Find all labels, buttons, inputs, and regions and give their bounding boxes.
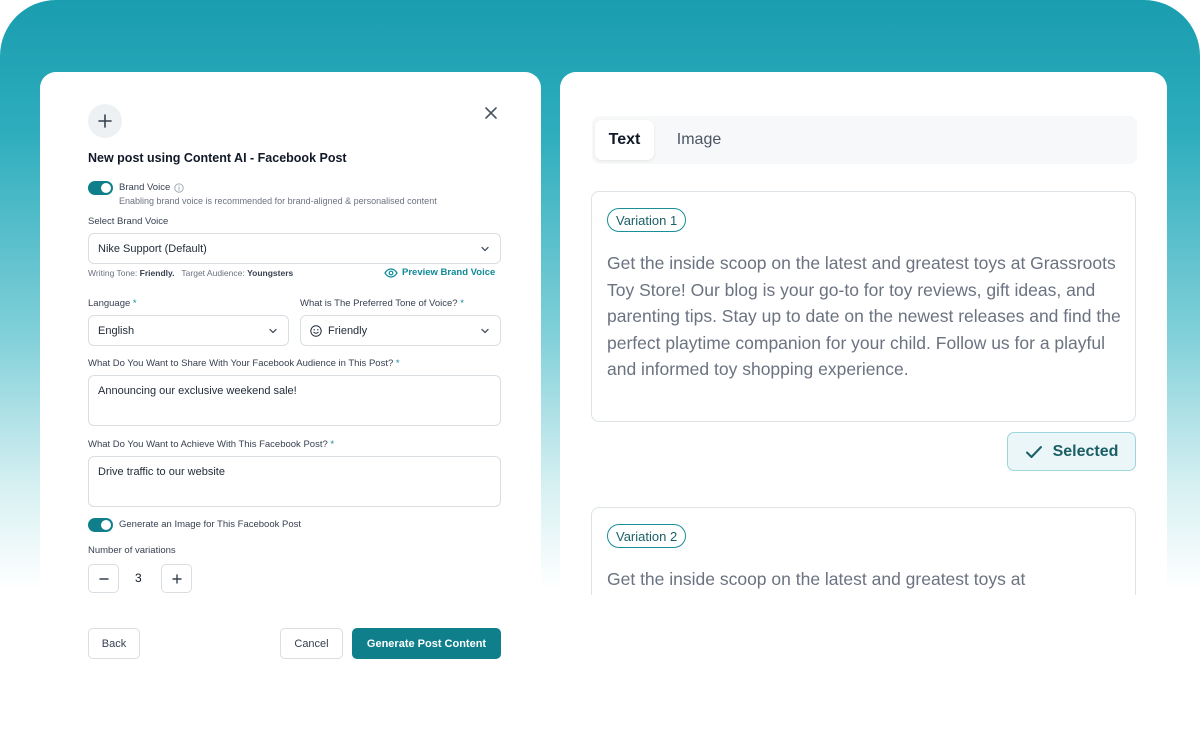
- share-textarea[interactable]: Announcing our exclusive weekend sale!: [88, 375, 501, 426]
- writing-tone-label: Writing Tone:: [88, 268, 138, 278]
- selected-button[interactable]: Selected: [1007, 432, 1136, 471]
- generate-post-content-button[interactable]: Generate Post Content: [352, 628, 501, 659]
- plus-icon: [98, 114, 112, 128]
- increment-button[interactable]: [161, 564, 192, 593]
- variations-label: Number of variations: [88, 545, 176, 556]
- variation-text: Get the inside scoop on the latest and g…: [607, 569, 1026, 589]
- add-button[interactable]: [88, 104, 122, 138]
- tone-select[interactable]: Friendly: [300, 315, 501, 346]
- variation-card-1[interactable]: Variation 1 Get the inside scoop on the …: [591, 191, 1136, 422]
- tab-text[interactable]: Text: [595, 120, 654, 160]
- cancel-button[interactable]: Cancel: [280, 628, 343, 659]
- brand-voice-select[interactable]: Nike Support (Default): [88, 233, 501, 264]
- preview-brand-voice-label: Preview Brand Voice: [402, 267, 496, 278]
- required-marker: *: [395, 358, 400, 369]
- target-audience-label: Target Audience:: [181, 268, 245, 278]
- close-icon[interactable]: [483, 105, 499, 121]
- result-tabs: Text Image: [592, 116, 1137, 164]
- tone-value: Friendly: [328, 324, 368, 337]
- variation-badge: Variation 1: [607, 208, 687, 232]
- check-icon: [1025, 445, 1042, 458]
- share-label: What Do You Want to Share With Your Face…: [88, 358, 394, 369]
- required-marker: *: [132, 298, 137, 309]
- brand-voice-label: Brand Voice: [119, 182, 171, 193]
- writing-tone-value: Friendly.: [139, 268, 175, 278]
- tab-image[interactable]: Image: [668, 120, 730, 160]
- brand-voice-toggle[interactable]: [88, 181, 113, 195]
- minus-icon: [98, 577, 109, 580]
- brand-voice-hint: Enabling brand voice is recommended for …: [119, 196, 437, 206]
- new-post-form-panel: New post using Content AI - Facebook Pos…: [40, 72, 541, 736]
- variation-card-2[interactable]: Variation 2 Get the inside scoop on the …: [591, 507, 1136, 595]
- share-value: Announcing our exclusive weekend sale!: [98, 385, 297, 397]
- required-marker: *: [330, 439, 335, 450]
- plus-icon: [171, 573, 182, 584]
- variations-value: 3: [135, 571, 142, 585]
- generate-image-toggle[interactable]: [88, 518, 113, 532]
- generate-image-label: Generate an Image for This Facebook Post: [119, 519, 302, 530]
- achieve-label-row: What Do You Want to Achieve With This Fa…: [88, 439, 334, 450]
- selected-label: Selected: [1052, 442, 1119, 460]
- brand-voice-value: Nike Support (Default): [98, 242, 207, 255]
- decrement-button[interactable]: [88, 564, 119, 593]
- achieve-textarea[interactable]: Drive traffic to our website: [88, 456, 501, 507]
- variation-text: Get the inside scoop on the latest and g…: [607, 253, 1121, 379]
- achieve-label: What Do You Want to Achieve With This Fa…: [88, 439, 328, 450]
- required-marker: *: [460, 298, 464, 309]
- language-label: Language: [88, 298, 131, 309]
- chevron-down-icon: [481, 246, 489, 251]
- select-brand-voice-label: Select Brand Voice: [88, 216, 169, 227]
- back-button[interactable]: Back: [88, 628, 140, 659]
- info-icon: [174, 182, 184, 193]
- tone-label: What is The Preferred Tone of Voice?: [300, 298, 458, 309]
- language-label-row: Language *: [88, 298, 137, 309]
- share-label-row: What Do You Want to Share With Your Face…: [88, 358, 400, 369]
- tone-label-row: What is The Preferred Tone of Voice? *: [300, 298, 464, 309]
- achieve-value: Drive traffic to our website: [98, 466, 225, 478]
- eye-icon: [384, 267, 398, 278]
- smiley-icon: [310, 324, 322, 337]
- preview-brand-voice-link[interactable]: Preview Brand Voice: [384, 267, 495, 278]
- language-value: English: [98, 324, 135, 337]
- variation-badge: Variation 2: [607, 524, 687, 548]
- target-audience-value: Youngsters: [247, 268, 294, 278]
- chevron-down-icon: [481, 328, 489, 333]
- language-select[interactable]: English: [88, 315, 289, 346]
- results-panel: Text Image Variation 1 Get the inside sc…: [560, 72, 1167, 595]
- form-title: New post using Content AI - Facebook Pos…: [88, 151, 347, 165]
- brand-voice-meta: Writing Tone: Friendly. Target Audience:…: [88, 268, 293, 278]
- chevron-down-icon: [269, 328, 277, 333]
- brand-voice-label-row: Brand Voice: [119, 182, 184, 193]
